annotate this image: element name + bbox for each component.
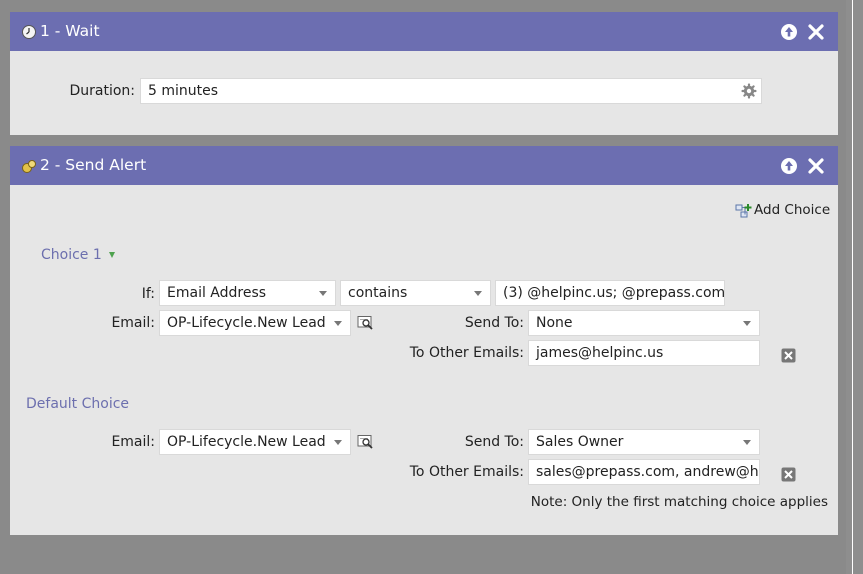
condition-field-value: Email Address [167, 285, 267, 301]
duration-label: Duration: [69, 83, 135, 99]
duration-field[interactable]: 5 minutes [140, 78, 762, 104]
add-choice-label: Add Choice [754, 202, 831, 218]
send-alert-step-panel: 2 - Send Alert Add Choice Choice 1 If: E… [10, 146, 838, 535]
default-email-select[interactable]: OP-Lifecycle.New Lead A [159, 429, 351, 455]
other-emails-label: To Other Emails: [409, 345, 524, 361]
choice-1-email-value: OP-Lifecycle.New Lead A [167, 315, 327, 331]
delete-icon[interactable] [781, 348, 796, 367]
chevron-down-icon [474, 291, 482, 296]
chevron-down-icon [334, 321, 342, 326]
close-icon[interactable] [807, 157, 825, 175]
delete-icon[interactable] [781, 467, 796, 486]
scrollbar-divider [852, 0, 853, 574]
triangle-down-icon [109, 252, 116, 258]
scrollbar[interactable] [846, 0, 863, 574]
condition-operator-value: contains [348, 285, 408, 301]
send-to-label: Send To: [464, 315, 524, 331]
gear-icon[interactable] [741, 83, 757, 103]
default-send-to-select[interactable]: Sales Owner [528, 429, 760, 455]
chevron-down-icon [743, 440, 751, 445]
move-up-icon[interactable] [780, 23, 798, 41]
first-match-note: Note: Only the first matching choice app… [530, 494, 828, 510]
clock-icon [21, 24, 37, 40]
chevron-down-icon [743, 321, 751, 326]
chevron-down-icon [334, 440, 342, 445]
preview-email-icon[interactable] [357, 434, 374, 453]
choice-1-toggle[interactable]: Choice 1 [41, 247, 116, 263]
wait-step-panel: 1 - Wait Duration: 5 minutes [10, 12, 838, 135]
duration-value: 5 minutes [148, 83, 219, 99]
alert-flow-icon [21, 158, 37, 174]
default-choice-label: Default Choice [26, 396, 130, 412]
send-alert-step-title: 2 - Send Alert [40, 156, 147, 174]
wait-step-header: 1 - Wait [10, 12, 838, 51]
send-alert-step-header: 2 - Send Alert [10, 146, 838, 185]
choice-1-send-to-select[interactable]: None [528, 310, 760, 336]
send-to-label: Send To: [464, 434, 524, 450]
close-icon[interactable] [807, 23, 825, 41]
condition-operator-select[interactable]: contains [340, 280, 491, 306]
default-email-value: OP-Lifecycle.New Lead A [167, 434, 327, 450]
choice-1-email-select[interactable]: OP-Lifecycle.New Lead A [159, 310, 351, 336]
other-emails-label: To Other Emails: [409, 464, 524, 480]
default-send-to-value: Sales Owner [536, 434, 624, 450]
default-other-emails-field[interactable]: sales@prepass.com, andrew@h [528, 459, 760, 485]
choice-1-send-to-value: None [536, 315, 573, 331]
condition-field-select[interactable]: Email Address [159, 280, 336, 306]
choice-1-other-emails-field[interactable]: james@helpinc.us [528, 340, 760, 366]
preview-email-icon[interactable] [357, 315, 374, 334]
choice-1-other-emails-value: james@helpinc.us [536, 345, 664, 361]
add-choice-icon [735, 202, 753, 224]
chevron-down-icon [319, 291, 327, 296]
email-label: Email: [111, 315, 155, 331]
move-up-icon[interactable] [780, 157, 798, 175]
condition-value-text: (3) @helpinc.us; @prepass.com; @ [503, 285, 725, 301]
wait-step-title: 1 - Wait [40, 22, 100, 40]
choice-1-label: Choice 1 [41, 247, 102, 263]
if-label: If: [141, 286, 155, 302]
email-label: Email: [111, 434, 155, 450]
condition-value-field[interactable]: (3) @helpinc.us; @prepass.com; @ [495, 280, 725, 306]
default-other-emails-value: sales@prepass.com, andrew@h [536, 464, 759, 480]
